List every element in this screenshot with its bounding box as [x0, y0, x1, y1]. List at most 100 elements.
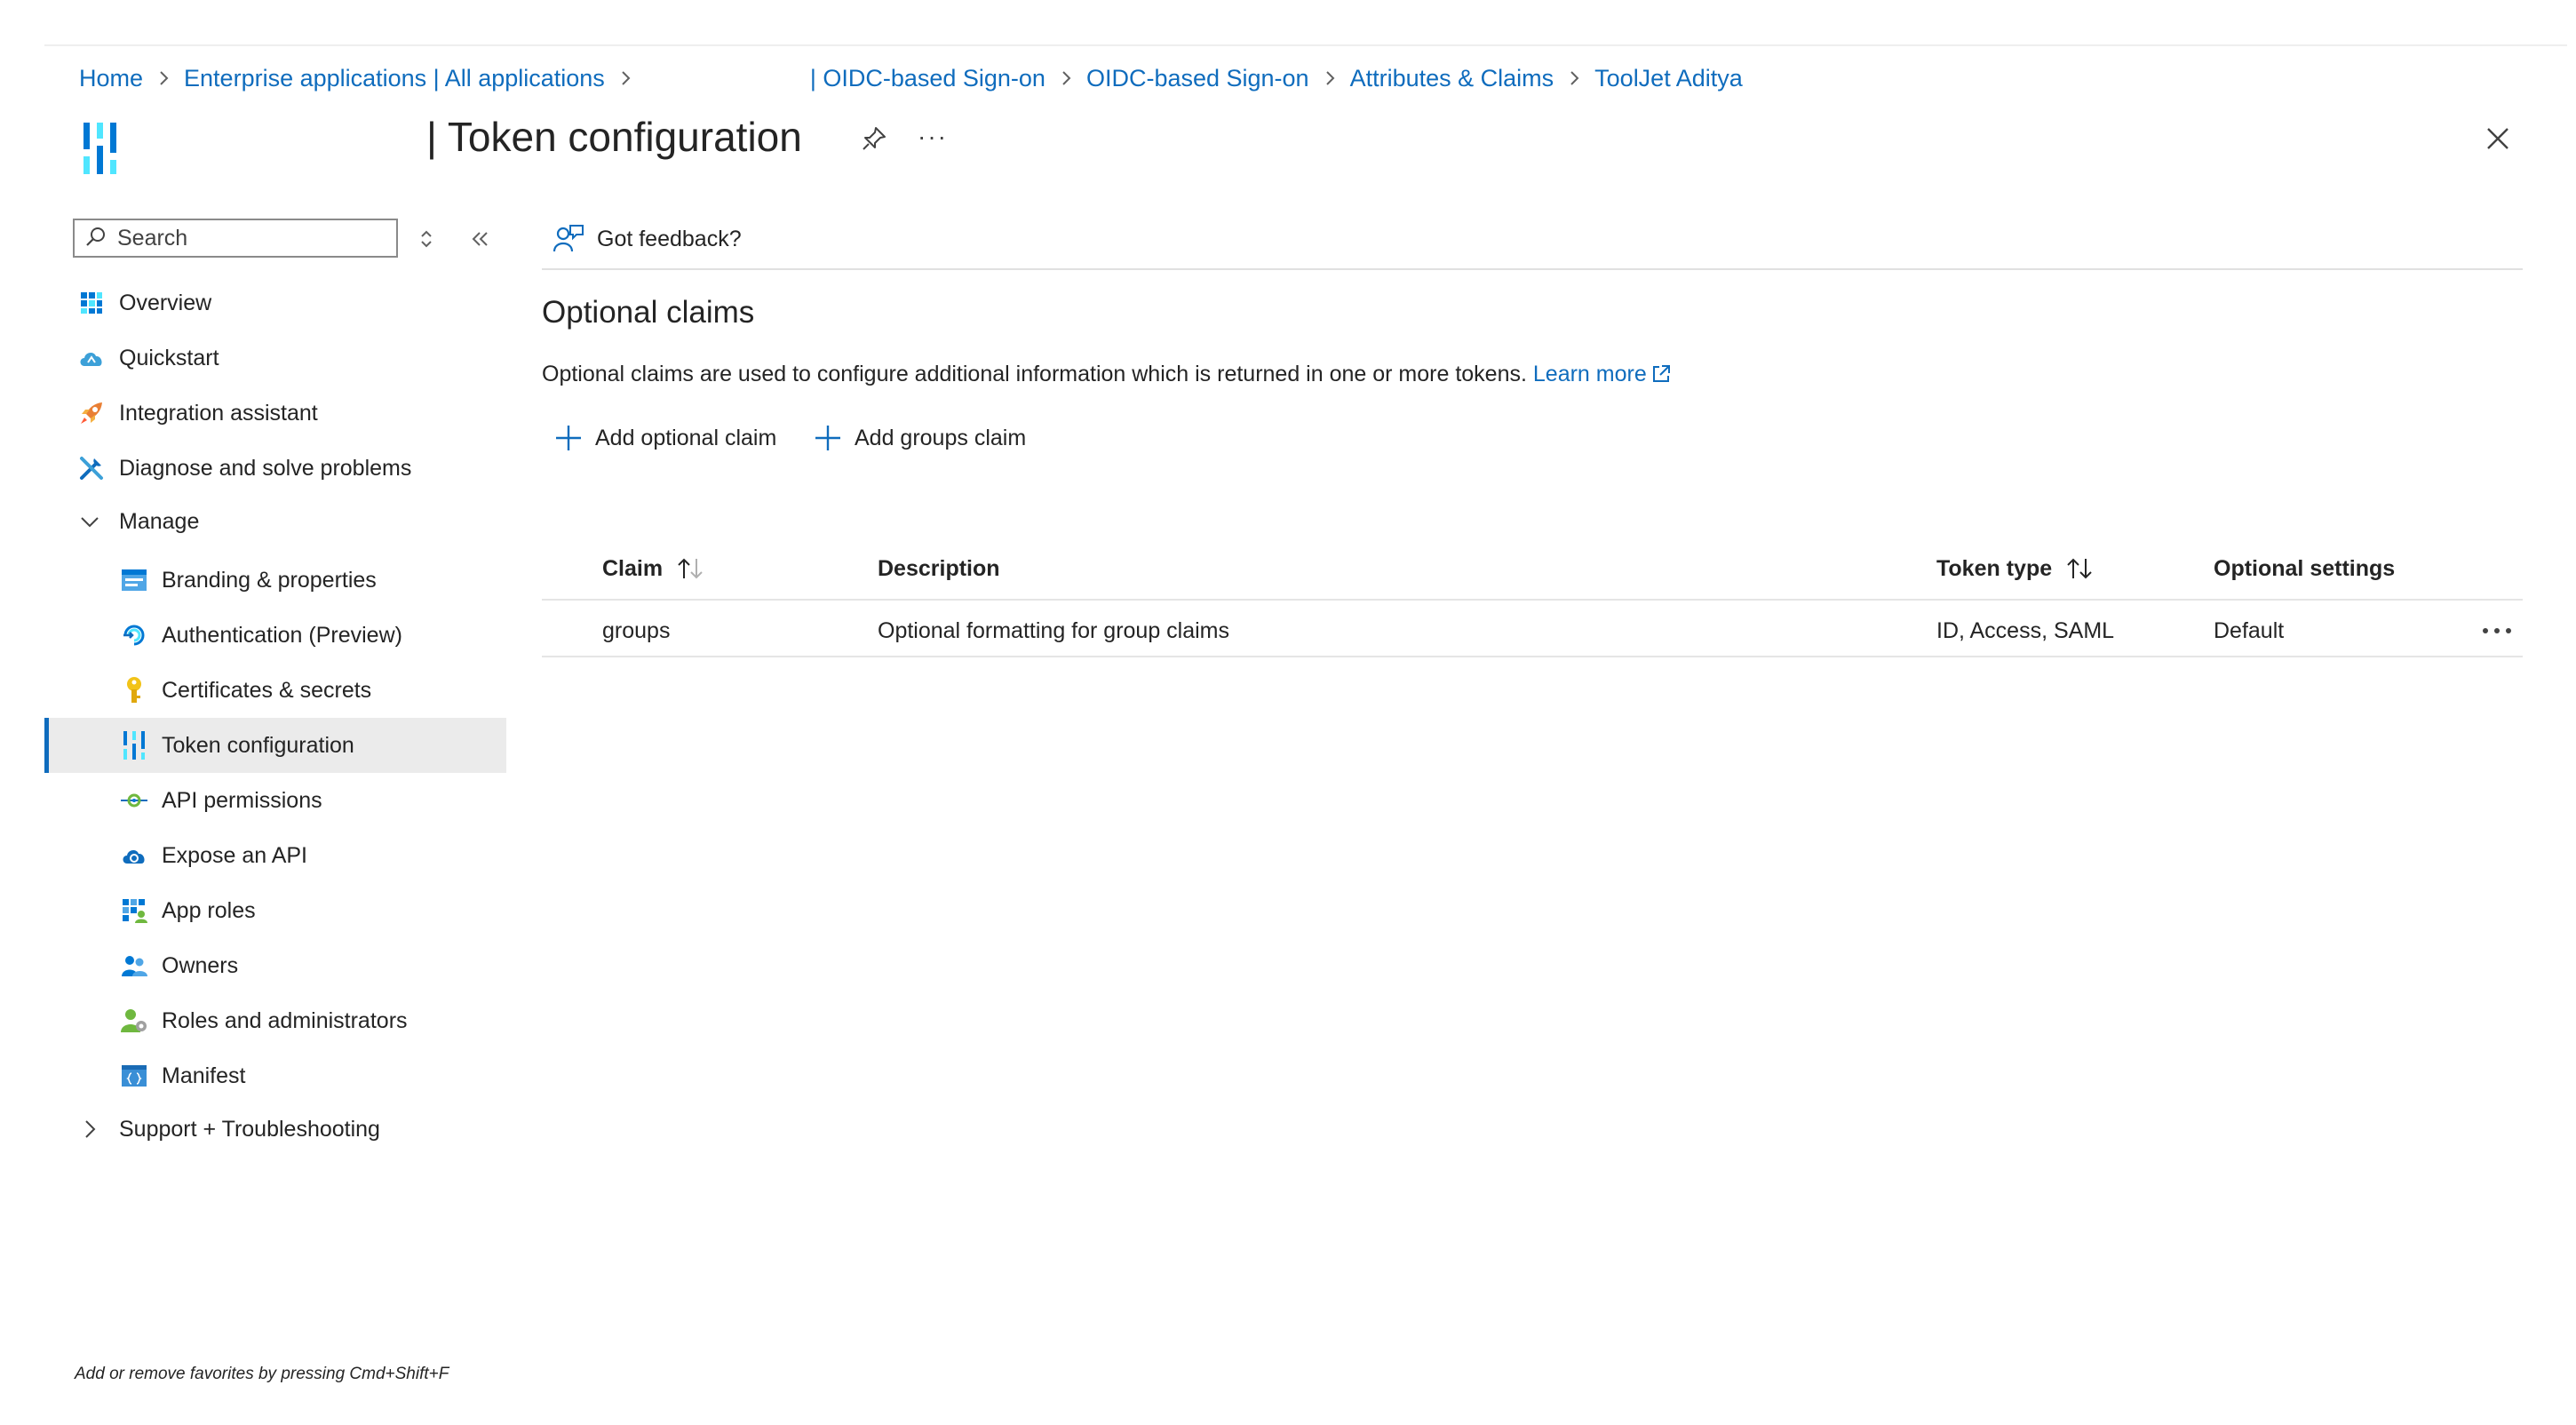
sidebar-item-label: Certificates & secrets [162, 677, 372, 703]
sidebar-item-token-configuration[interactable]: Token configuration [49, 718, 506, 773]
sidebar-item-label: Roles and administrators [162, 1007, 408, 1033]
add-optional-claim-button[interactable]: Add optional claim [554, 418, 776, 458]
sidebar-item-label: Integration assistant [119, 400, 318, 426]
expand-collapse-all-icon[interactable] [414, 226, 439, 252]
sidebar-item-app-roles[interactable]: App roles [119, 883, 506, 938]
add-groups-claim-button[interactable]: Add groups claim [814, 418, 1026, 458]
section-title: Optional claims [542, 295, 755, 330]
breadcrumb-oidc-sign-on-app[interactable]: | OIDC-based Sign-on [810, 65, 1046, 92]
sidebar-item-quickstart[interactable]: Quickstart [76, 330, 506, 386]
top-border [44, 44, 2567, 46]
chevron-down-icon [76, 508, 103, 535]
plus-icon [556, 426, 581, 450]
learn-more-label: Learn more [1532, 362, 1647, 386]
breadcrumb-home[interactable]: Home [79, 65, 143, 92]
column-header-label: Claim [602, 555, 664, 581]
sidebar-item-roles-administrators[interactable]: Roles and administrators [119, 993, 506, 1048]
sidebar-search[interactable] [73, 219, 398, 258]
sidebar-item-label: Expose an API [162, 842, 308, 868]
cell-description: Optional formatting for group claims [878, 617, 1230, 643]
add-groups-claim-label: Add groups claim [855, 425, 1027, 450]
sidebar-group-support[interactable]: Support + Troubleshooting [76, 1102, 506, 1157]
token-bars-icon [119, 730, 149, 760]
column-header-claim[interactable]: Claim [602, 551, 705, 586]
header-row-divider [542, 599, 2523, 601]
rocket-icon [76, 398, 107, 428]
chevron-right-icon [157, 70, 170, 86]
sort-ascending-icon[interactable] [675, 557, 705, 580]
overview-grid-icon [76, 288, 107, 318]
sidebar-item-label: Diagnose and solve problems [119, 455, 412, 481]
cell-optional-settings: Default [2214, 617, 2285, 643]
chevron-right-icon [619, 70, 632, 86]
search-input[interactable] [115, 224, 386, 252]
sidebar-item-integration-assistant[interactable]: Integration assistant [76, 386, 506, 441]
feedback-label: Got feedback? [597, 226, 742, 251]
sidebar-item-certificates[interactable]: Certificates & secrets [119, 663, 506, 718]
learn-more-link[interactable]: Learn more [1533, 362, 1672, 386]
sort-icon[interactable] [2064, 557, 2095, 580]
breadcrumb-attributes-claims[interactable]: Attributes & Claims [1350, 65, 1554, 92]
sidebar-group-label: Support + Troubleshooting [119, 1116, 380, 1142]
api-permissions-icon [119, 785, 149, 816]
sidebar-group-label: Manage [119, 508, 200, 534]
more-options-icon[interactable]: ··· [915, 119, 950, 155]
cell-claim: groups [602, 617, 671, 643]
double-chevron-left-icon[interactable] [467, 226, 494, 252]
sidebar-group-manage[interactable]: Manage [76, 494, 506, 549]
cloud-api-icon [119, 840, 149, 871]
sidebar-item-label: App roles [162, 897, 256, 923]
description-text: Optional claims are used to configure ad… [542, 362, 1527, 386]
sidebar-item-overview[interactable]: Overview [76, 275, 506, 330]
authentication-icon [119, 620, 149, 650]
pin-icon[interactable] [856, 121, 892, 156]
sidebar-item-label: Authentication (Preview) [162, 622, 402, 648]
column-header-description: Description [878, 555, 1000, 581]
cloud-icon [76, 343, 107, 373]
column-header-optional-settings: Optional settings [2214, 555, 2396, 581]
plus-icon [815, 426, 840, 450]
column-header-token-type[interactable]: Token type [1936, 551, 2095, 586]
sidebar-item-label: Branding & properties [162, 567, 377, 593]
row-divider [542, 656, 2523, 657]
sidebar-item-api-permissions[interactable]: API permissions [119, 773, 506, 828]
roles-admin-icon [119, 1006, 149, 1036]
app-roles-icon [119, 896, 149, 926]
search-icon [85, 226, 107, 251]
toolbar-divider [542, 268, 2523, 270]
sidebar-item-expose-api[interactable]: Expose an API [119, 828, 506, 883]
feedback-person-icon [551, 221, 586, 257]
sidebar-item-label: API permissions [162, 787, 322, 813]
breadcrumb: Home Enterprise applications | All appli… [79, 62, 1743, 94]
chevron-right-icon [1568, 70, 1580, 86]
breadcrumb-enterprise-applications[interactable]: Enterprise applications | All applicatio… [184, 65, 605, 92]
breadcrumb-tooljet-aditya[interactable]: ToolJet Aditya [1594, 65, 1743, 92]
external-link-icon [1650, 362, 1672, 393]
branding-icon [119, 565, 149, 595]
section-description: Optional claims are used to configure ad… [542, 359, 1672, 393]
manifest-icon [119, 1061, 149, 1091]
sidebar-item-label: Owners [162, 952, 239, 978]
sidebar-item-manifest[interactable]: Manifest [119, 1048, 506, 1103]
row-more-options-icon[interactable] [2478, 613, 2516, 649]
sidebar-item-label: Quickstart [119, 345, 219, 370]
add-optional-claim-label: Add optional claim [595, 425, 777, 450]
got-feedback-button[interactable]: Got feedback? [551, 220, 742, 258]
breadcrumb-oidc-sign-on[interactable]: OIDC-based Sign-on [1086, 65, 1309, 92]
sidebar-item-label: Token configuration [162, 732, 354, 758]
key-icon [119, 675, 149, 705]
token-configuration-app-icon [82, 123, 124, 174]
owners-icon [119, 951, 149, 981]
wrench-icon [76, 453, 107, 483]
sidebar-item-authentication[interactable]: Authentication (Preview) [119, 608, 506, 663]
chevron-right-icon [76, 1116, 103, 1142]
column-header-label: Token type [1936, 555, 2053, 581]
page-title: | Token configuration [426, 114, 802, 160]
close-icon[interactable] [2478, 119, 2517, 158]
sidebar-item-owners[interactable]: Owners [119, 938, 506, 993]
sidebar-item-diagnose[interactable]: Diagnose and solve problems [76, 441, 506, 496]
sidebar-item-branding[interactable]: Branding & properties [119, 553, 506, 608]
chevron-right-icon [1324, 70, 1336, 86]
chevron-right-icon [1060, 70, 1072, 86]
cell-token-type: ID, Access, SAML [1936, 617, 2115, 643]
